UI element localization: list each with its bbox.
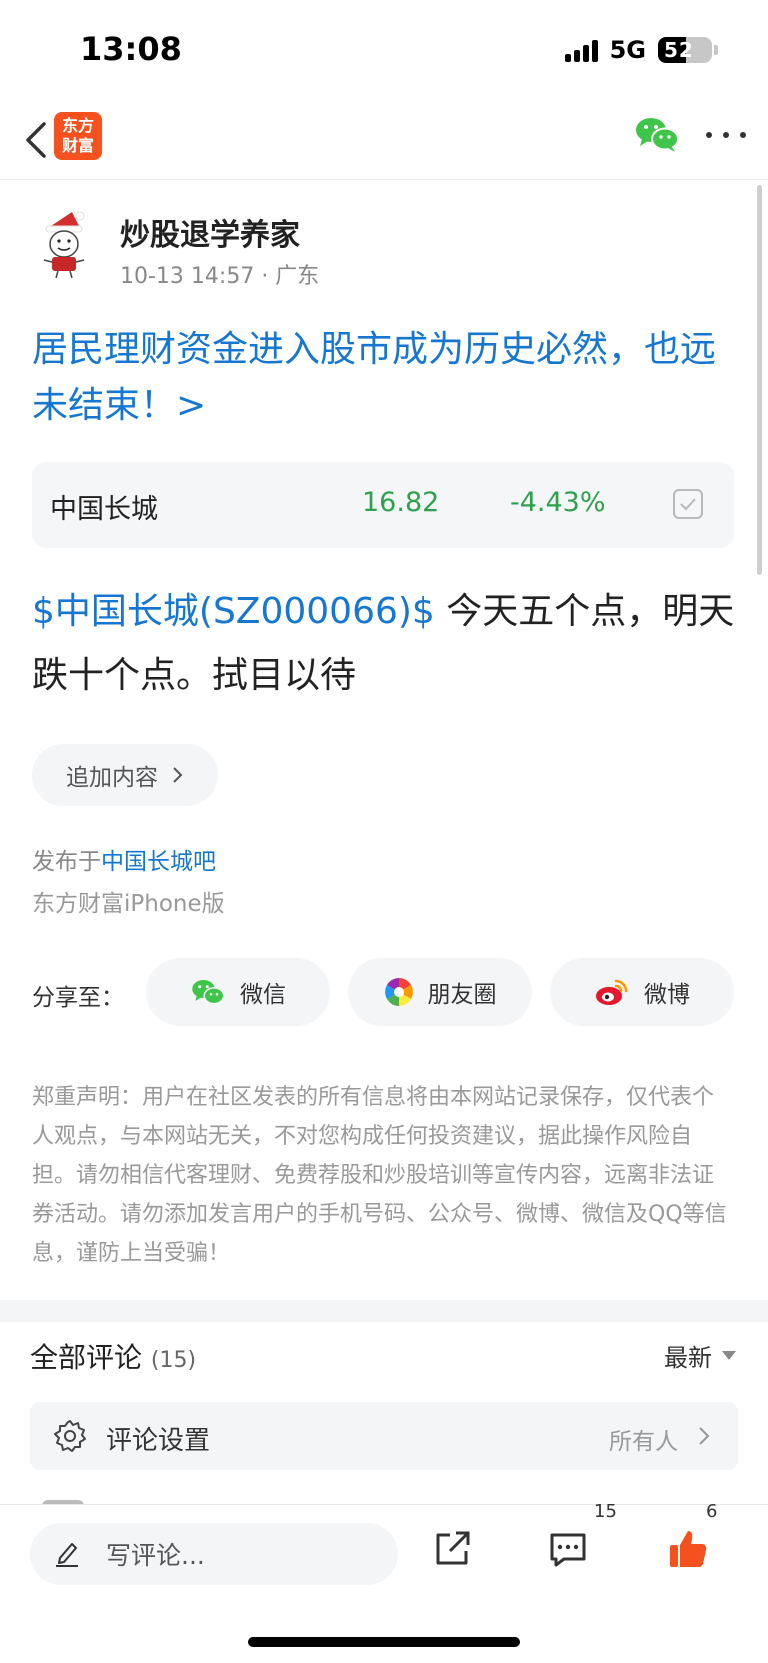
logo-text-line1: 东方 — [61, 116, 94, 135]
post-source: 东方财富iPhone版 — [32, 891, 225, 917]
share-wechat-button[interactable]: 微信 — [146, 958, 330, 1026]
status-bar: 13:08 5G 52 — [0, 0, 768, 100]
like-count-badge: 6 — [706, 1501, 718, 1522]
logo-text-line2: 财富 — [61, 136, 94, 155]
status-indicators: 5G 52 — [564, 36, 718, 64]
stock-tag-link[interactable]: $中国长城(SZ000066)$ — [32, 591, 435, 632]
battery-tip — [714, 45, 718, 55]
post-content: $中国长城(SZ000066)$ 今天五个点，明天跌十个点。拭目以待 — [32, 580, 744, 708]
forum-link[interactable]: 中国长城吧 — [101, 849, 216, 875]
status-time: 13:08 — [80, 30, 182, 68]
comment-settings-label: 评论设置 — [106, 1426, 211, 1456]
back-icon[interactable] — [18, 116, 58, 164]
author-name[interactable]: 炒股退学养家 — [120, 210, 300, 254]
battery-icon: 52 — [658, 37, 712, 63]
gear-icon — [54, 1420, 86, 1452]
add-watchlist-checkbox-icon[interactable] — [672, 488, 704, 520]
battery-level: 52 — [664, 38, 694, 62]
comment-settings-row[interactable]: 评论设置 所有人 — [30, 1402, 738, 1470]
section-divider — [0, 1300, 768, 1322]
share-moments-button[interactable]: 朋友圈 — [348, 958, 532, 1026]
wechat-icon — [192, 980, 225, 1005]
append-content-label: 追加内容 — [66, 765, 158, 791]
comment-icon[interactable] — [546, 1527, 590, 1571]
cellular-signal-icon — [564, 38, 598, 62]
home-indicator — [248, 1637, 520, 1647]
pencil-icon — [56, 1543, 78, 1567]
post-title-link[interactable]: 居民理财资金进入股市成为历史必然，也远未结束！> — [32, 322, 732, 434]
chevron-right-icon — [173, 767, 183, 783]
weibo-icon — [596, 979, 628, 1005]
post-meta: 10-13 14:57 · 广东 — [120, 264, 320, 289]
author-header: 炒股退学养家 10-13 14:57 · 广东 — [32, 206, 732, 289]
app-logo[interactable]: 东方 财富 — [54, 112, 102, 160]
stock-change: -4.43% — [510, 487, 606, 518]
disclaimer-text: 郑重声明：用户在社区发表的所有信息将由本网站记录保存，仅代表个人观点，与本网站无… — [32, 1085, 727, 1266]
comments-heading: 全部评论 (15) — [30, 1336, 196, 1376]
share-wechat-label: 微信 — [240, 982, 286, 1008]
more-menu-icon[interactable] — [706, 120, 746, 150]
caret-down-icon — [722, 1351, 736, 1360]
share-weibo-button[interactable]: 微博 — [550, 958, 734, 1026]
chevron-right-icon — [699, 1427, 710, 1445]
comment-input[interactable]: 写评论... — [30, 1523, 398, 1585]
comment-input-placeholder: 写评论... — [106, 1541, 205, 1570]
wechat-share-icon[interactable] — [634, 114, 680, 154]
scrollbar[interactable] — [757, 185, 762, 575]
comment-count-badge: 15 — [594, 1501, 617, 1522]
bottom-action-bar: 写评论... 15 6 — [0, 1501, 768, 1663]
comments-count: (15) — [150, 1348, 197, 1373]
posted-in: 发布于中国长城吧 — [32, 842, 216, 876]
posted-in-prefix: 发布于 — [32, 849, 101, 875]
comment-settings-value: 所有人 — [609, 1429, 678, 1455]
moments-icon — [384, 978, 413, 1006]
sort-label: 最新 — [664, 1344, 712, 1372]
share-moments-label: 朋友圈 — [427, 982, 497, 1008]
comments-heading-label: 全部评论 — [30, 1341, 143, 1374]
share-weibo-label: 微博 — [644, 982, 690, 1008]
stock-quote-card[interactable]: 中国长城 16.82 -4.43% — [32, 462, 734, 548]
network-type: 5G — [609, 36, 646, 64]
author-avatar[interactable] — [32, 210, 94, 284]
nav-bar: 东方 财富 — [0, 100, 768, 180]
stock-price: 16.82 — [362, 487, 440, 518]
stock-name: 中国长城 — [50, 494, 158, 525]
comment-sort-dropdown[interactable]: 最新 — [664, 1338, 736, 1373]
share-icon[interactable] — [430, 1527, 474, 1571]
thumbs-up-icon[interactable] — [666, 1527, 710, 1571]
append-content-button[interactable]: 追加内容 — [32, 744, 218, 806]
share-label: 分享至： — [32, 985, 124, 1011]
